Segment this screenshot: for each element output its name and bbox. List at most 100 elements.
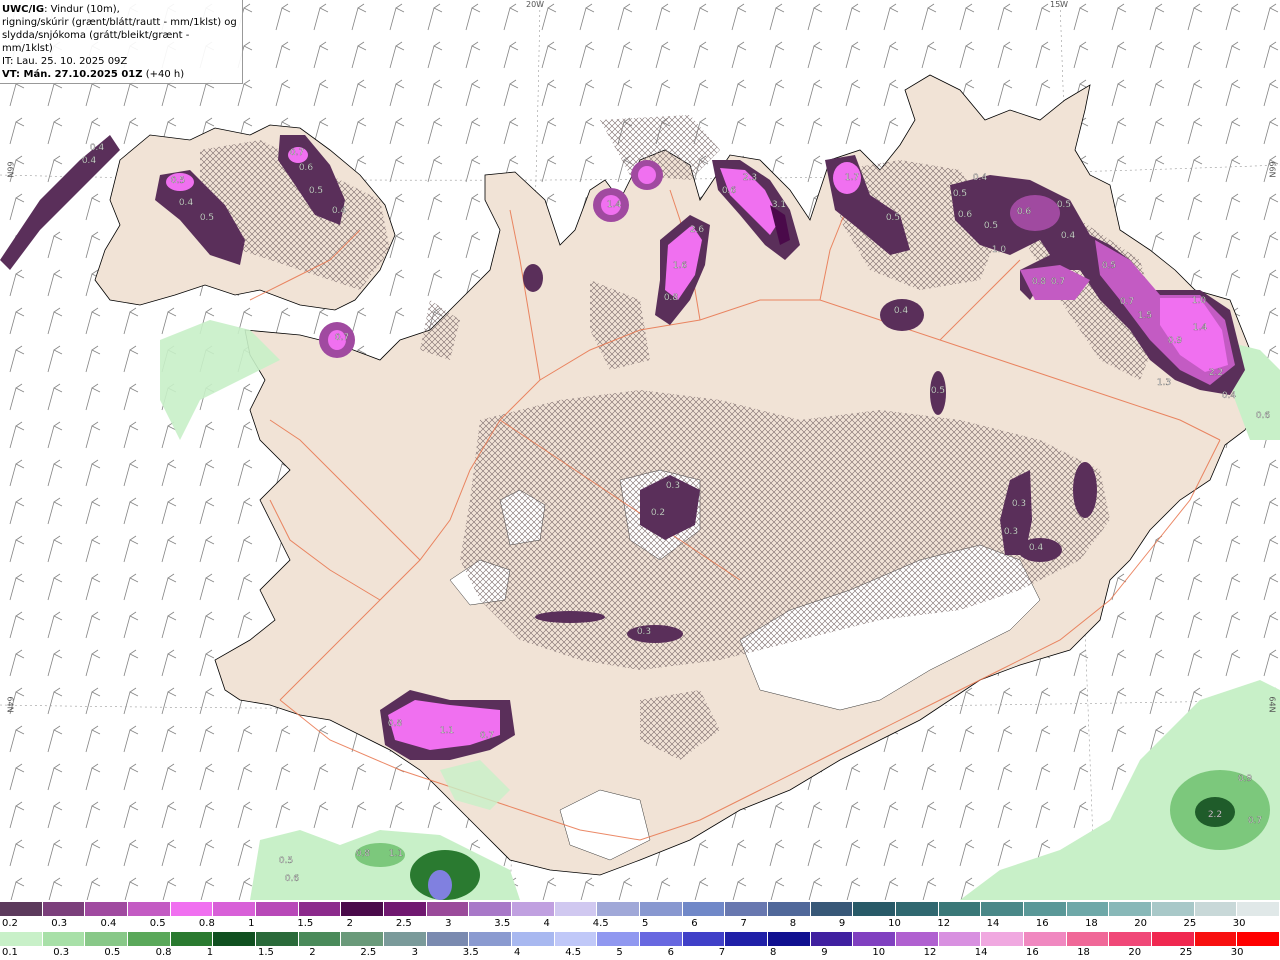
colorbar-swatch <box>170 902 214 916</box>
precip-value-label: 0.4 <box>179 198 194 208</box>
colorbar-swatch <box>341 932 385 946</box>
lat-label-66n-right: 66N <box>1267 161 1277 178</box>
colorbar-swatch <box>1066 902 1110 916</box>
colorbar-tick-label: 14 <box>986 918 1000 929</box>
colorbar-tick-label: 10 <box>888 918 901 929</box>
colorbar-tick-label: 0.4 <box>100 918 117 929</box>
colorbar-swatch <box>298 902 342 916</box>
precip-value-label: 0.5 <box>931 386 945 396</box>
colorbar-tick-label: 2.5 <box>395 918 412 929</box>
colorbar-swatch <box>682 932 726 946</box>
colorbar-tick-label: 0.3 <box>53 947 70 958</box>
lon-label-20w: 20W <box>526 0 545 9</box>
lon-label-15w: 15W <box>1050 0 1069 9</box>
colorbar-swatch <box>938 902 982 916</box>
snow-colorbar-labels: 0.2 0.3 0.4 0.5 0.8 1 1.5 2 2.5 3 3.5 4 4.5 5 6 7 8 9 10 12… <box>0 918 1280 930</box>
precip-value-label: 0.3 <box>637 627 651 637</box>
initial-time: IT: Lau. 25. 10. 2025 09Z <box>2 56 128 67</box>
precip-value-label: 1.3 <box>1157 378 1171 388</box>
colorbar-swatch <box>384 932 427 946</box>
colorbar-swatch <box>1194 932 1238 946</box>
colorbar-swatch <box>938 932 982 946</box>
weather-map: 0.4 0.4 0.5 0.4 0.5 0.7 0.6 0.5 0.4 0.7 1.4 2.6 1.6 0… <box>0 0 1280 900</box>
precip-value-label: 2.3 <box>743 173 757 183</box>
rain-colorbar-labels: 0.1 0.3 0.5 0.8 1 1.5 2 2.5 3 3.5 4 4.5 5 6 7 8 9 10 12 14 1… <box>0 947 1280 959</box>
precip-value-label: 0.5 <box>886 213 900 223</box>
colorbar-tick-label: 18 <box>1085 918 1098 929</box>
colorbar-swatch <box>1024 932 1067 946</box>
precip-value-label: 0.8 <box>664 293 679 303</box>
colorbar-tick-label: 0.8 <box>198 918 215 929</box>
colorbar-swatch <box>853 902 897 916</box>
precip-value-label: 1.4 <box>607 200 622 210</box>
precip-value-label: 0.4 <box>1029 543 1044 553</box>
colorbar-tick-label: 6 <box>691 918 698 929</box>
precip-value-label: 0.6 <box>1256 411 1271 421</box>
precip-value-label: 1.1 <box>389 849 403 859</box>
colorbar-swatch <box>298 932 342 946</box>
product-desc-2: rigning/skúrir (grænt/blátt/rautt - mm/1… <box>2 17 237 28</box>
colorbar-swatch <box>853 932 897 946</box>
colorbar-swatch <box>1152 932 1195 946</box>
colorbar-swatch <box>384 902 427 916</box>
colorbar-tick-label: 0.3 <box>51 918 68 929</box>
colorbar-swatch <box>512 902 555 916</box>
colorbar-tick-label: 5 <box>616 947 623 958</box>
colorbar-tick-label: 5 <box>642 918 649 929</box>
precip-value-label: 0.5 <box>309 186 323 196</box>
colorbar-swatch <box>128 902 171 916</box>
colorbar-swatch <box>725 932 769 946</box>
precip-value-label: 0.7 <box>335 333 349 343</box>
precip-value-label: 0.4 <box>90 143 105 153</box>
colorbar-tick-label: 3.5 <box>494 918 511 929</box>
colorbar-tick-label: 1.5 <box>297 918 314 929</box>
colorbar-tick-label: 0.1 <box>2 947 18 958</box>
colorbar-swatch <box>768 932 811 946</box>
colorbar-tick-label: 2.5 <box>360 947 377 958</box>
color-legend: 0.2 0.3 0.4 0.5 0.8 1 1.5 2 2.5 3 3.5 4 4.5 5 6 7 8 9 10 12… <box>0 900 1280 960</box>
colorbar-tick-label: 16 <box>1026 947 1039 958</box>
snow-colorbar <box>0 902 1280 916</box>
colorbar-tick-label: 2 <box>309 947 316 958</box>
precip-value-label: 0.8 <box>356 849 371 859</box>
precip-value-label: 3.1 <box>772 200 786 210</box>
precip-value-label: 0.4 <box>82 156 97 166</box>
colorbar-swatch <box>810 932 854 946</box>
lat-label-64n-right: 64N <box>1267 696 1277 713</box>
precip-value-label: 2.6 <box>690 225 705 235</box>
precip-value-label: 0.8 <box>388 719 403 729</box>
precip-value-label: 0.5 <box>1057 200 1071 210</box>
colorbar-swatch <box>426 902 470 916</box>
colorbar-swatch <box>1152 902 1195 916</box>
colorbar-swatch <box>469 932 513 946</box>
precip-value-label: 0.7 <box>480 731 494 741</box>
precip-value-label: 0.2 <box>651 508 665 518</box>
precip-value-label: 1.4 <box>1193 323 1208 333</box>
colorbar-tick-label: 1 <box>206 947 214 958</box>
colorbar-tick-label: 4.5 <box>592 918 609 929</box>
lat-label-64n-left: 64N <box>5 696 15 713</box>
colorbar-swatch <box>256 932 299 946</box>
precip-value-label: 0.5 <box>1102 261 1116 271</box>
precip-value-label: 0.3 <box>1004 527 1018 537</box>
colorbar-swatch <box>1066 932 1110 946</box>
precip-value-label: 0.4 <box>332 206 347 216</box>
precip-value-label: 2.2 <box>1208 810 1222 820</box>
precip-value-label: 0.6 <box>285 874 300 884</box>
colorbar-swatch <box>128 932 171 946</box>
precip-value-label: 0.5 <box>279 856 293 866</box>
colorbar-swatch <box>896 902 939 916</box>
precip-value-label: 0.6 <box>299 163 314 173</box>
colorbar-swatch <box>85 932 129 946</box>
colorbar-tick-label: 0.5 <box>149 918 166 929</box>
colorbar-tick-label: 1.5 <box>258 947 274 958</box>
colorbar-swatch <box>597 932 641 946</box>
precip-value-label: 0.4 <box>1061 231 1076 241</box>
colorbar-tick-label: 30 <box>1230 947 1244 958</box>
colorbar-swatch <box>42 932 86 946</box>
colorbar-swatch <box>554 902 598 916</box>
colorbar-swatch <box>597 902 641 916</box>
precip-value-label: 0.6 <box>958 210 973 220</box>
precip-value-label: 1.1 <box>440 726 454 736</box>
colorbar-swatch <box>341 902 385 916</box>
